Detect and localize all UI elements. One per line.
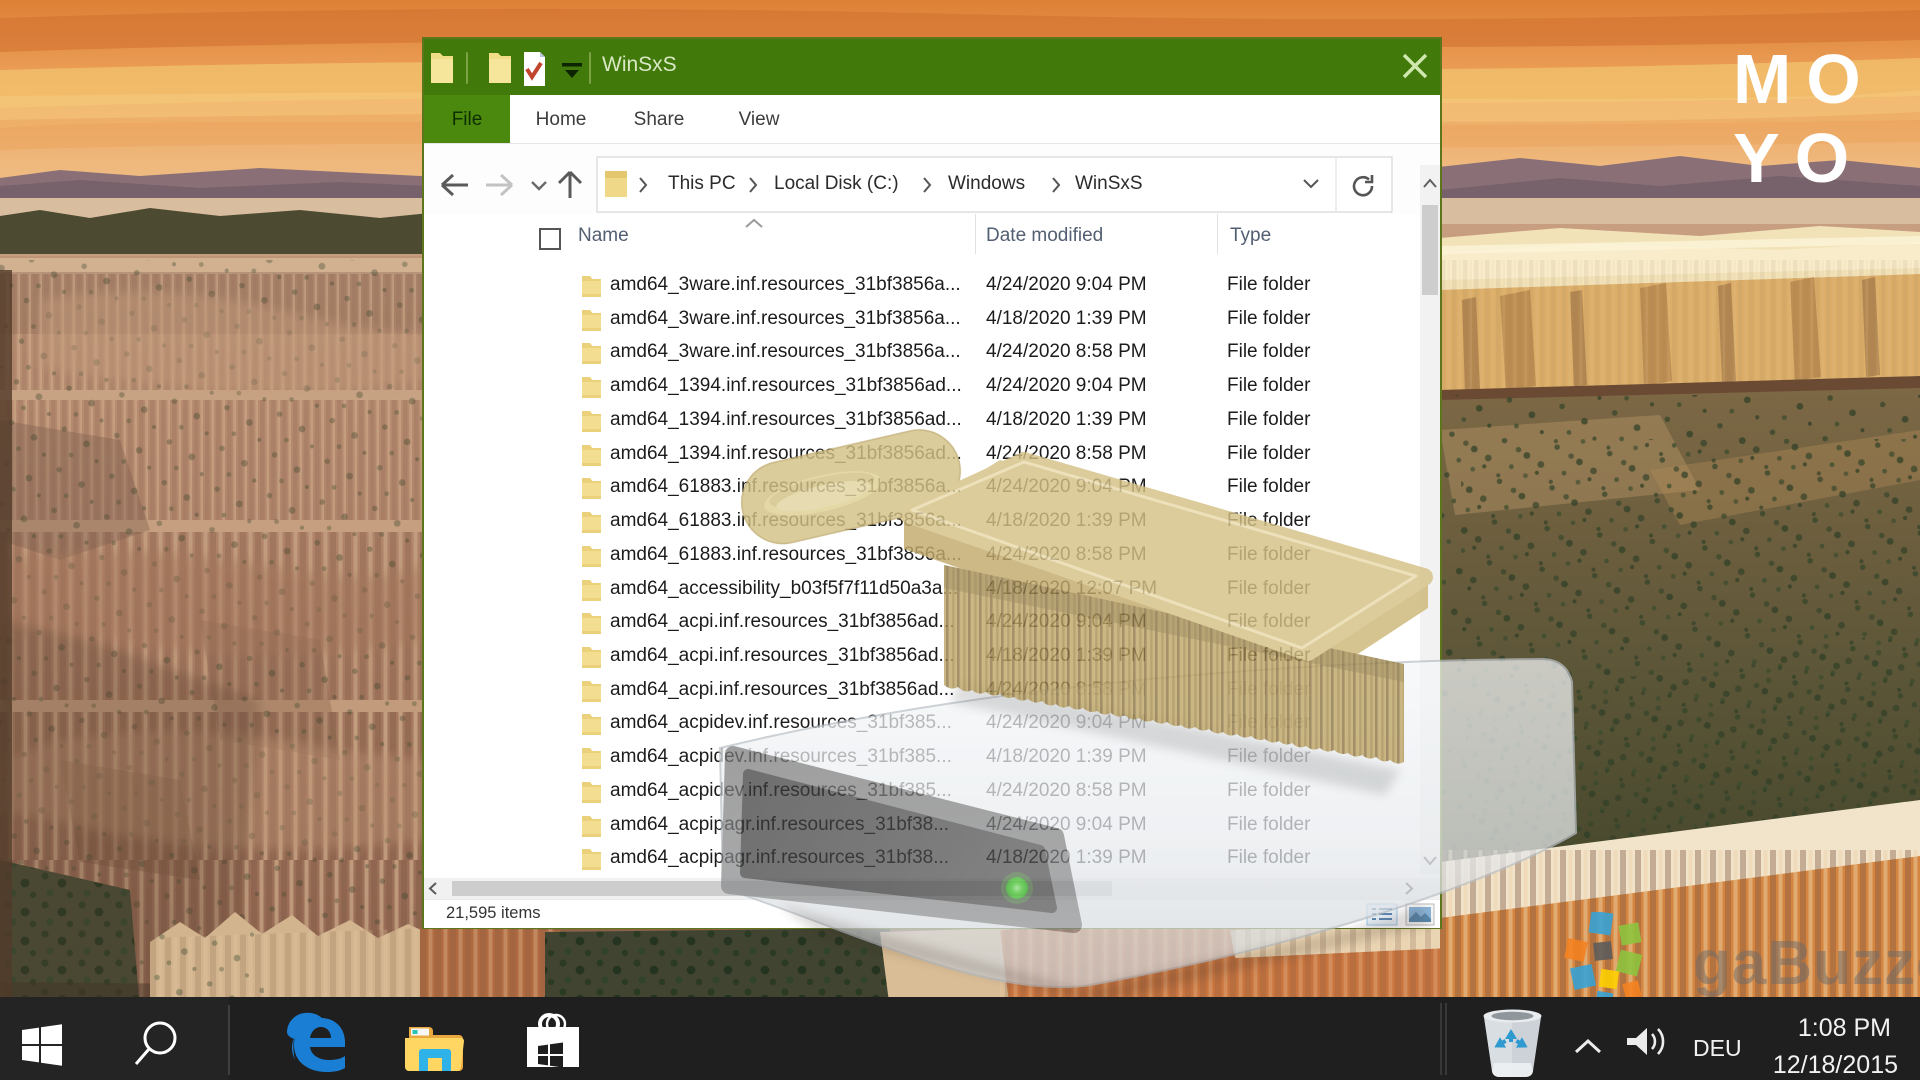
svg-text:DEU: DEU xyxy=(1693,1035,1742,1061)
svg-text:12/18/2015: 12/18/2015 xyxy=(1773,1051,1898,1079)
svg-text:1:08 PM: 1:08 PM xyxy=(1798,1014,1891,1042)
